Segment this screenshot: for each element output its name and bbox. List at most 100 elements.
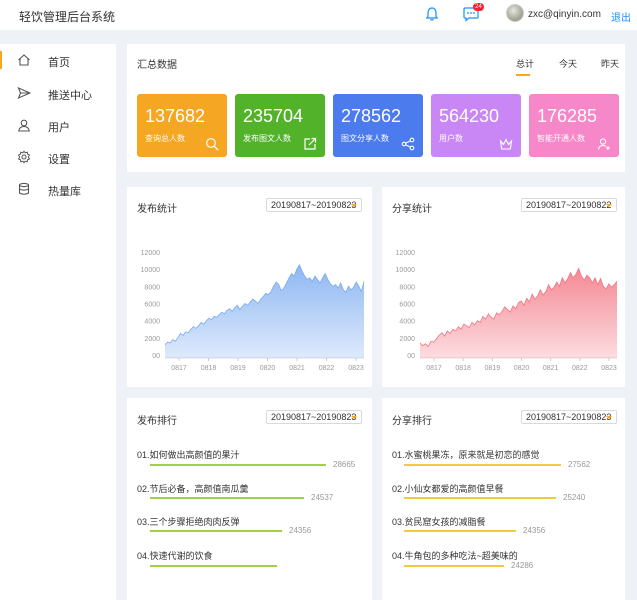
share-stats-date-select[interactable]: 20190817~20190822 bbox=[521, 198, 617, 212]
publish-rank-title: 发布排行 bbox=[137, 416, 177, 427]
user-add-icon bbox=[597, 138, 610, 150]
list-item[interactable]: 01.如何做出高颜值的果汁 bbox=[137, 448, 240, 461]
stat-card-queries[interactable]: 137682 查询总人数 bbox=[137, 94, 227, 157]
date-range-value: 20190817~20190823 bbox=[271, 412, 357, 422]
rank-bar bbox=[404, 565, 504, 567]
series-area bbox=[420, 268, 617, 358]
rank-bar bbox=[150, 497, 304, 499]
y-tick-label: 4000 bbox=[399, 319, 415, 326]
sidebar-item-settings[interactable]: 设置 bbox=[0, 146, 116, 170]
list-item[interactable]: 03.三个步骤拒绝肉肉反弹 bbox=[137, 515, 240, 528]
sidebar-item-label: 热量库 bbox=[48, 186, 81, 198]
avatar[interactable] bbox=[506, 4, 524, 22]
sidebar-item-users[interactable]: 用户 bbox=[0, 114, 116, 138]
list-item[interactable]: 02.节后必备，高颜值南瓜羹 bbox=[137, 482, 249, 495]
stat-label: 用户数 bbox=[439, 134, 463, 143]
logout-link[interactable]: 退出 bbox=[611, 9, 631, 24]
chevron-down-icon bbox=[351, 204, 357, 207]
y-tick-label: 6000 bbox=[144, 302, 160, 309]
chevron-down-icon bbox=[351, 416, 357, 419]
x-tick-label: 0819 bbox=[485, 365, 501, 372]
date-range-value: 20190817~20190823 bbox=[271, 200, 357, 210]
user-icon bbox=[18, 119, 30, 132]
chevron-down-icon bbox=[606, 416, 612, 419]
share-icon bbox=[401, 137, 415, 151]
share-rank-date-select[interactable]: 20190817~20190823 bbox=[521, 410, 617, 424]
sidebar: 首页 推送中心 用户 设置 热量库 bbox=[0, 44, 116, 600]
y-tick-label: 8000 bbox=[399, 284, 415, 291]
share-stats-title: 分享统计 bbox=[392, 204, 432, 215]
list-item[interactable]: 01.水蜜桃果冻，原来就是初恋的感觉 bbox=[392, 448, 540, 461]
rank-value: 28665 bbox=[333, 460, 356, 469]
stat-card-smart[interactable]: 176285 智能开通人数 bbox=[529, 94, 619, 157]
x-tick-label: 0820 bbox=[514, 365, 530, 372]
y-tick-label: 12000 bbox=[141, 250, 161, 257]
x-tick-label: 0820 bbox=[260, 365, 276, 372]
share-out-icon bbox=[304, 137, 317, 150]
stat-value: 564230 bbox=[439, 106, 500, 126]
x-tick-label: 0817 bbox=[171, 365, 187, 372]
sidebar-item-label: 设置 bbox=[48, 154, 70, 166]
list-item[interactable]: 04.快速代谢的饮食 bbox=[137, 549, 213, 562]
publish-stats-date-select[interactable]: 20190817~20190823 bbox=[266, 198, 362, 212]
rank-bar bbox=[150, 464, 326, 466]
y-tick-label: 2000 bbox=[399, 336, 415, 343]
y-tick-label: 8000 bbox=[144, 284, 160, 291]
stat-card-sharers[interactable]: 278562 图文分享人数 bbox=[333, 94, 423, 157]
x-tick-label: 0819 bbox=[230, 365, 246, 372]
x-tick-label: 0822 bbox=[572, 365, 588, 372]
sidebar-item-calorie[interactable]: 热量库 bbox=[0, 178, 116, 202]
tab-total[interactable]: 总计 bbox=[516, 57, 534, 70]
x-tick-label: 0818 bbox=[201, 365, 217, 372]
x-tick-label: 0823 bbox=[601, 365, 617, 372]
x-tick-label: 0821 bbox=[543, 365, 559, 372]
bell-icon[interactable] bbox=[424, 6, 440, 22]
x-tick-label: 0818 bbox=[455, 365, 471, 372]
publish-area-chart: 00 2000 4000 6000 8000 10000 12000 0817 0818 0819… bbox=[141, 250, 365, 372]
send-icon bbox=[17, 86, 31, 100]
stat-value: 235704 bbox=[243, 106, 304, 126]
chevron-down-icon bbox=[606, 204, 612, 207]
sidebar-item-home[interactable]: 首页 bbox=[0, 49, 116, 73]
rank-bar bbox=[404, 464, 561, 466]
list-item[interactable]: 03.贫民窟女孩的减脂餐 bbox=[392, 515, 486, 528]
rank-value: 24356 bbox=[289, 526, 312, 535]
stat-card-publishers[interactable]: 235704 发布图文人数 bbox=[235, 94, 325, 157]
sidebar-item-push[interactable]: 推送中心 bbox=[0, 82, 116, 106]
stat-value: 176285 bbox=[537, 106, 598, 126]
summary-title: 汇总数据 bbox=[137, 60, 177, 71]
list-item[interactable]: 04.牛角包的多种吃法~超美味的 bbox=[392, 549, 518, 562]
search-icon bbox=[206, 138, 219, 151]
y-tick-label: 4000 bbox=[144, 319, 160, 326]
rank-bar bbox=[150, 565, 277, 567]
app-title: 轻饮管理后台系统 bbox=[19, 10, 116, 24]
rank-value: 24537 bbox=[311, 493, 334, 502]
date-range-value: 20190817~20190823 bbox=[526, 412, 612, 422]
home-icon bbox=[18, 54, 30, 66]
stat-label: 发布图文人数 bbox=[243, 134, 291, 143]
list-item[interactable]: 02.小仙女都爱的高颜值早餐 bbox=[392, 482, 504, 495]
rank-value: 25240 bbox=[563, 493, 586, 502]
rank-value: 24286 bbox=[511, 561, 534, 570]
stat-card-users[interactable]: 564230 用户数 bbox=[431, 94, 521, 157]
rank-value: 27562 bbox=[568, 460, 591, 469]
tab-today[interactable]: 今天 bbox=[559, 57, 577, 70]
stat-label: 查询总人数 bbox=[145, 134, 185, 143]
stat-value: 137682 bbox=[145, 106, 206, 126]
y-tick-label: 00 bbox=[152, 353, 160, 360]
series-area bbox=[165, 264, 364, 358]
stat-label: 图文分享人数 bbox=[341, 134, 389, 143]
publish-rank-date-select[interactable]: 20190817~20190823 bbox=[266, 410, 362, 424]
y-tick-label: 6000 bbox=[399, 302, 415, 309]
x-tick-label: 0822 bbox=[319, 365, 335, 372]
y-tick-label: 10000 bbox=[141, 267, 161, 274]
message-badge: 24 bbox=[473, 3, 484, 11]
database-icon bbox=[18, 182, 30, 195]
rank-value: 24356 bbox=[523, 526, 546, 535]
x-tick-label: 0821 bbox=[289, 365, 305, 372]
publish-rank-panel bbox=[127, 398, 372, 600]
sidebar-item-label: 推送中心 bbox=[48, 90, 92, 102]
sidebar-item-label: 首页 bbox=[48, 57, 70, 69]
tab-yesterday[interactable]: 昨天 bbox=[601, 57, 619, 70]
user-email[interactable]: zxc@qinyin.com bbox=[528, 9, 601, 20]
